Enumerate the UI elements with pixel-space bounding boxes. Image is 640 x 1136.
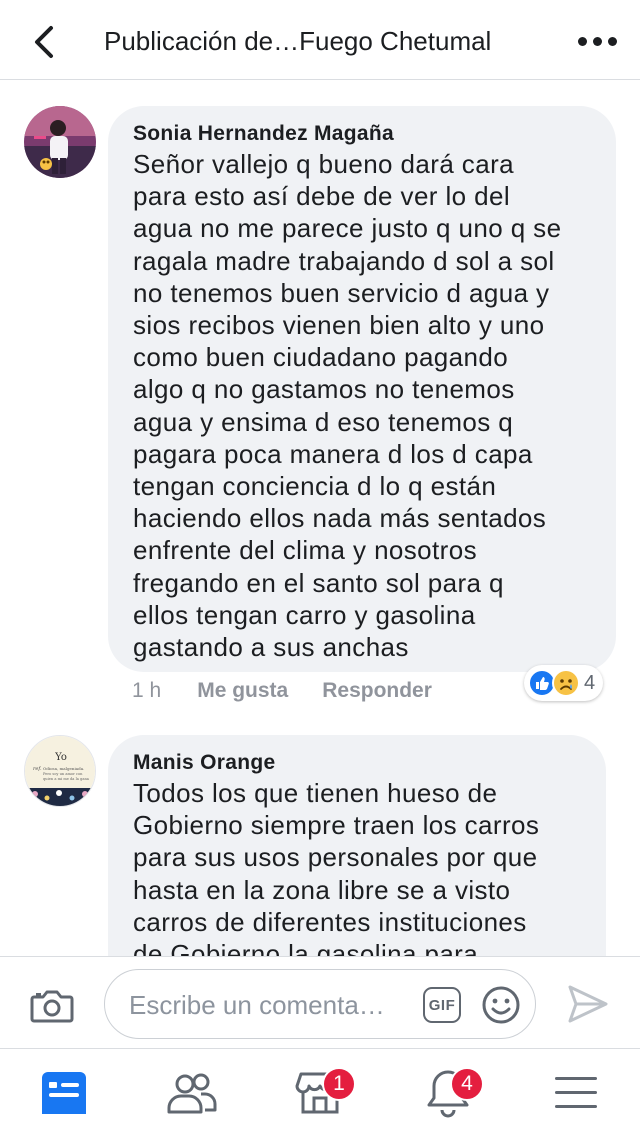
chevron-left-icon [35, 26, 53, 58]
top-bar: Publicación de…Fuego Chetumal [0, 0, 640, 80]
tab-notifications[interactable]: 4 [416, 1063, 484, 1123]
send-button[interactable] [566, 983, 610, 1025]
notifications-badge: 4 [450, 1067, 484, 1101]
comment-text: Señor vallejo q bueno dará cara para est… [133, 149, 562, 663]
tab-friends[interactable] [160, 1063, 224, 1123]
avatar[interactable]: Yo ref. Odiosa, malgeniada. Pero soy un … [24, 735, 96, 807]
comment-input-wrapper: GIF [104, 969, 536, 1039]
gif-button[interactable]: GIF [423, 987, 461, 1023]
comment-author[interactable]: Manis Orange [133, 749, 582, 777]
bottom-tab-bar: 1 4 [0, 1048, 640, 1136]
send-icon [568, 985, 608, 1023]
svg-text:Pero soy un amor con: Pero soy un amor con [43, 772, 83, 776]
reactions-count: 4 [584, 671, 596, 694]
comment-actions: 1 h Me gusta Responder [132, 679, 432, 703]
comment-bubble[interactable]: Manis Orange Todos los que tienen hueso … [108, 735, 606, 956]
comment-bubble[interactable]: Sonia Hernandez Magaña Señor vallejo q b… [108, 106, 616, 672]
friends-icon [167, 1073, 217, 1114]
svg-text:Yo: Yo [54, 752, 67, 763]
reply-button[interactable]: Responder [322, 679, 432, 703]
camera-button[interactable] [30, 985, 74, 1025]
tab-menu[interactable] [544, 1063, 608, 1123]
reactions-summary[interactable]: 4 [524, 665, 604, 701]
profile-photo: Yo ref. Odiosa, malgeniada. Pero soy un … [25, 736, 95, 806]
marketplace-badge: 1 [322, 1067, 356, 1101]
svg-text:ref.: ref. [33, 766, 42, 772]
sad-reaction-icon [552, 669, 580, 697]
camera-icon [30, 990, 74, 1023]
svg-text:quien a mi me da la gana: quien a mi me da la gana [43, 777, 90, 781]
comments-list: Sonia Hernandez Magaña Señor vallejo q b… [0, 81, 640, 956]
emoji-button[interactable] [481, 985, 521, 1025]
comment-timestamp[interactable]: 1 h [132, 679, 161, 703]
back-button[interactable] [22, 20, 66, 64]
news-feed-icon [42, 1072, 86, 1114]
svg-text:Odiosa, malgeniada.: Odiosa, malgeniada. [43, 766, 84, 771]
comment-input[interactable] [129, 986, 409, 1024]
avatar[interactable] [24, 106, 96, 178]
comment-composer: GIF [0, 956, 640, 1048]
profile-photo [24, 106, 96, 178]
tab-news-feed[interactable] [32, 1063, 96, 1123]
tab-marketplace[interactable]: 1 [288, 1063, 356, 1123]
smiley-icon [482, 986, 520, 1024]
like-button[interactable]: Me gusta [197, 679, 288, 703]
more-horizontal-icon [577, 36, 587, 46]
comment-author[interactable]: Sonia Hernandez Magaña [133, 120, 592, 148]
menu-icon [555, 1077, 597, 1108]
page-title: Publicación de…Fuego Chetumal [104, 26, 492, 56]
comment-text: Todos los que tienen hueso de Gobierno s… [133, 778, 540, 956]
more-options-button[interactable] [572, 24, 622, 58]
